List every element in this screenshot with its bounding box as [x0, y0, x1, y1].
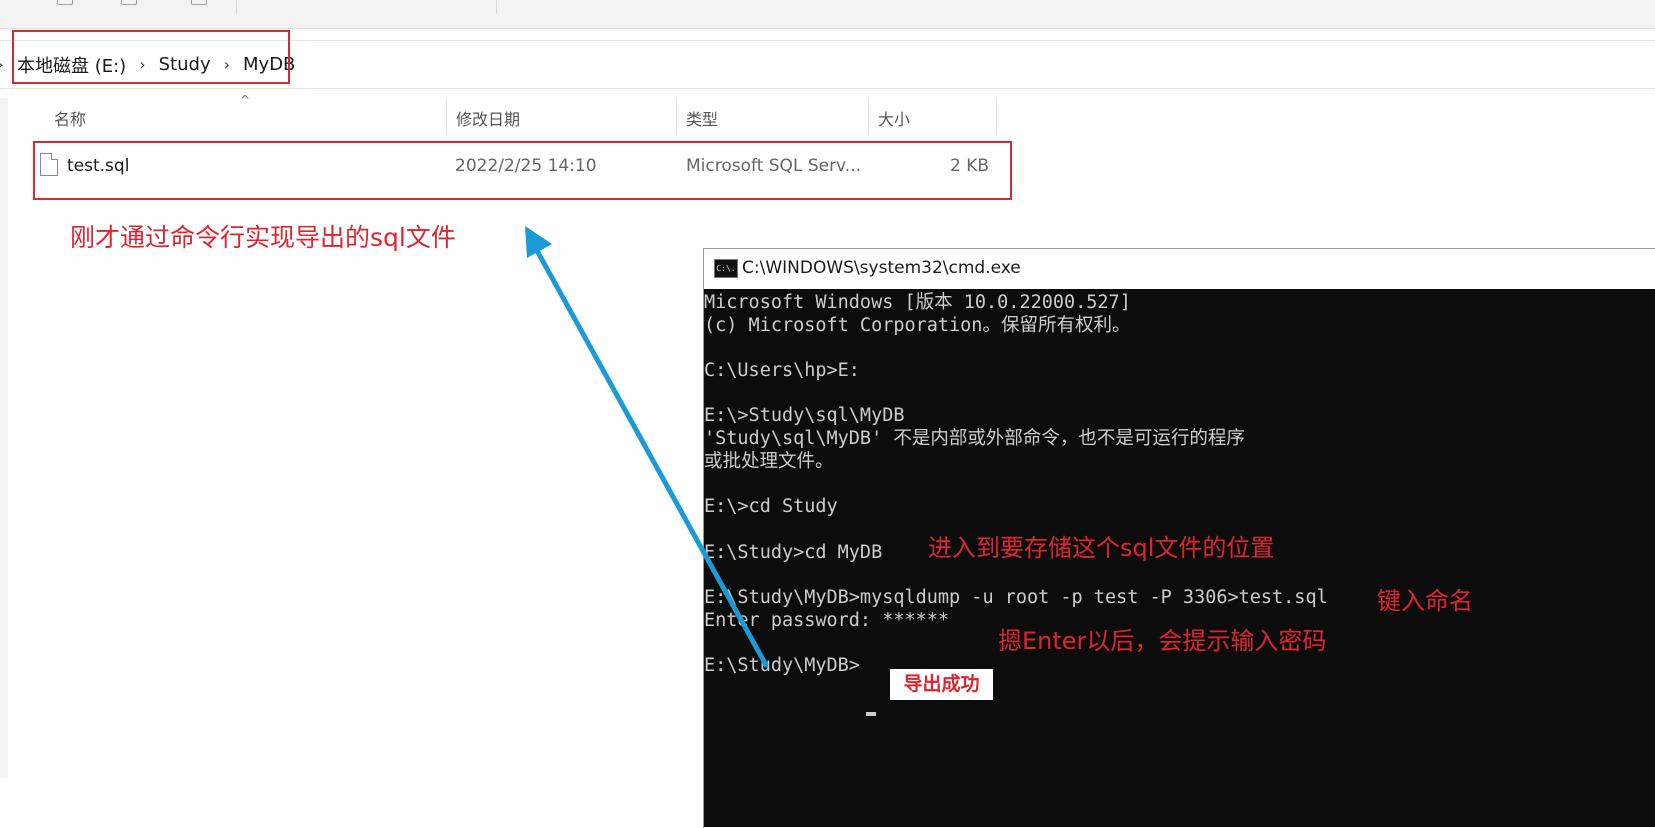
type-command-annotation: 键入命名 [1377, 587, 1473, 615]
enter-location-annotation: 进入到要存储这个sql文件的位置 [928, 534, 1275, 562]
explorer-toolbar [0, 0, 1655, 29]
cmd-line: 或批处理文件。 [704, 450, 834, 472]
column-divider[interactable] [676, 98, 677, 136]
breadcrumb-highlight-box [12, 30, 290, 84]
cmd-line: E:\Study\MyDB>mysqldump -u root -p test … [704, 586, 1328, 608]
cmd-line: E:\>Study\sql\MyDB [704, 405, 905, 427]
cmd-output: Microsoft Windows [版本 10.0.22000.527] (c)… [704, 292, 1328, 678]
password-prompt-annotation: 摁Enter以后，会提示输入密码 [998, 627, 1327, 655]
exported-file-annotation: 刚才通过命令行实现导出的sql文件 [70, 223, 456, 252]
cmd-app-icon: C:\. [714, 259, 738, 278]
text-cursor [866, 712, 876, 716]
cmd-line [704, 383, 1328, 406]
cmd-line [704, 337, 1328, 360]
cmd-line: E:\Study\MyDB> [704, 655, 860, 676]
column-divider[interactable] [996, 98, 997, 136]
arrow-head [525, 226, 552, 258]
toolbar-icon[interactable] [191, 0, 207, 5]
toolbar-divider [236, 0, 237, 14]
column-header-name[interactable]: 名称 [54, 96, 86, 140]
toolbar-divider [496, 0, 497, 14]
toolbar-icon[interactable] [57, 0, 73, 5]
column-header-modified[interactable]: 修改日期 [456, 96, 520, 140]
cmd-line [704, 564, 1328, 587]
cmd-line: (c) Microsoft Corporation。保留所有权利。 [704, 314, 1131, 336]
cmd-line: Microsoft Windows [版本 10.0.22000.527] [704, 292, 1131, 313]
cmd-line: E:\>cd Study [704, 496, 838, 518]
cmd-line [704, 474, 1328, 497]
cmd-line: 'Study\sql\MyDB' 不是内部或外部命令，也不是可运行的程序 [704, 428, 1245, 450]
sort-ascending-icon[interactable]: ^ [240, 93, 250, 107]
chevron-right-icon[interactable]: › [0, 55, 3, 74]
toolbar-icon[interactable] [121, 0, 137, 5]
export-success-label: 导出成功 [890, 669, 993, 700]
column-header-size[interactable]: 大小 [878, 96, 910, 140]
navigation-pane-edge [0, 98, 8, 778]
cmd-titlebar[interactable]: C:\. C:\WINDOWS\system32\cmd.exe [704, 249, 1655, 289]
column-divider[interactable] [868, 98, 869, 136]
cmd-window-title: C:\WINDOWS\system32\cmd.exe [742, 258, 1021, 278]
cmd-line: C:\Users\hp>E: [704, 360, 860, 382]
column-divider[interactable] [446, 98, 447, 136]
file-row-highlight-box [33, 141, 1012, 200]
column-header-type[interactable]: 类型 [686, 96, 718, 140]
